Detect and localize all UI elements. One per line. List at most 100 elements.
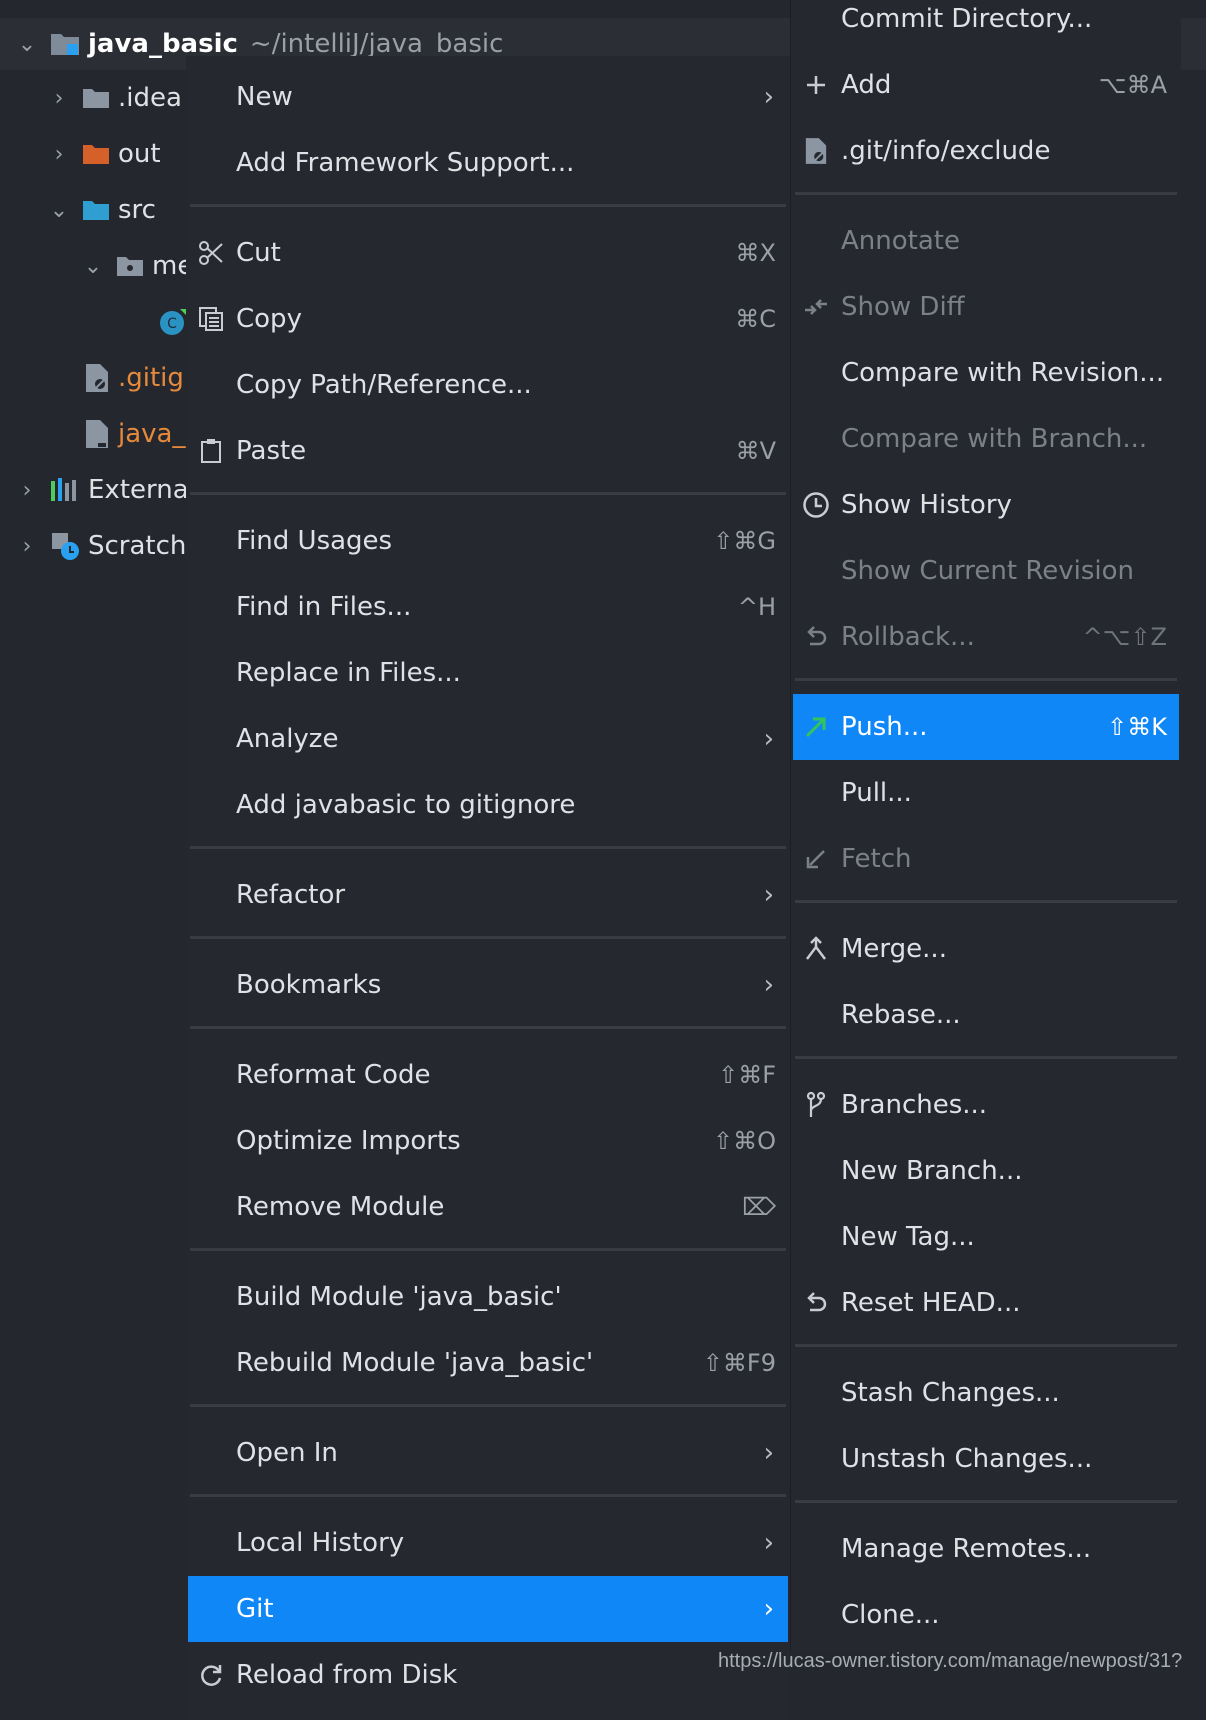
tree-item-src[interactable]: ⌄ src bbox=[46, 186, 156, 234]
menu-separator bbox=[190, 492, 786, 495]
library-icon bbox=[50, 477, 80, 503]
git-item-annotate[interactable]: Annotate bbox=[793, 208, 1179, 274]
git-item-commit-directory[interactable]: Commit Directory... bbox=[793, 0, 1179, 52]
git-item-unstash-changes[interactable]: Unstash Changes... bbox=[793, 1426, 1179, 1492]
git-item-stash-changes[interactable]: Stash Changes... bbox=[793, 1360, 1179, 1426]
tree-item-package[interactable]: ⌄ me bbox=[80, 242, 194, 290]
branch-icon bbox=[801, 1090, 831, 1120]
git-item-show-history[interactable]: Show History bbox=[793, 472, 1179, 538]
git-item-push[interactable]: Push... ⇧⌘K bbox=[793, 694, 1179, 760]
chevron-right-icon: › bbox=[763, 880, 774, 910]
git-item-show-current-revision[interactable]: Show Current Revision bbox=[793, 538, 1179, 604]
menu-item-copy-path-reference[interactable]: Copy Path/Reference... bbox=[188, 352, 788, 418]
menu-item-reformat-code[interactable]: Reformat Code ⇧⌘F bbox=[188, 1042, 788, 1108]
ignore-file-icon bbox=[801, 136, 831, 166]
push-arrow-icon bbox=[801, 712, 831, 742]
git-item-git-info-exclude[interactable]: .git/info/exclude bbox=[793, 118, 1179, 184]
git-submenu: Commit Directory... Add ⌥⌘A .git/info/exc… bbox=[790, 0, 1181, 1652]
menu-separator bbox=[795, 678, 1177, 681]
menu-separator bbox=[795, 192, 1177, 195]
tree-item-idea[interactable]: › .idea bbox=[46, 74, 182, 122]
scratches-icon bbox=[50, 531, 80, 561]
excluded-folder-icon bbox=[82, 142, 110, 166]
source-folder-icon bbox=[82, 198, 110, 222]
root-module-name: java_basic bbox=[88, 29, 238, 59]
menu-separator bbox=[795, 1344, 1177, 1347]
menu-item-add-framework-support[interactable]: Add Framework Support... bbox=[188, 130, 788, 196]
tree-item-external-libraries[interactable]: › External bbox=[14, 466, 196, 514]
git-item-fetch[interactable]: Fetch bbox=[793, 826, 1179, 892]
tree-item-out[interactable]: › out bbox=[46, 130, 161, 178]
menu-item-add-to-gitignore[interactable]: Add javabasic to gitignore bbox=[188, 772, 788, 838]
tree-item-label: .gitig bbox=[118, 363, 184, 393]
menu-item-remove-module[interactable]: Remove Module ⌦ bbox=[188, 1174, 788, 1240]
git-item-show-diff[interactable]: Show Diff bbox=[793, 274, 1179, 340]
context-menu: New › Add Framework Support... Cut ⌘X Copy… bbox=[186, 56, 790, 1720]
chevron-down-icon[interactable]: ⌄ bbox=[46, 197, 72, 223]
git-item-reset-head[interactable]: Reset HEAD... bbox=[793, 1270, 1179, 1336]
tree-item-iml[interactable]: java_ bbox=[74, 410, 185, 458]
git-item-compare-with-branch[interactable]: Compare with Branch... bbox=[793, 406, 1179, 472]
chevron-right-icon[interactable]: › bbox=[46, 85, 72, 111]
undo-icon bbox=[801, 1288, 831, 1318]
menu-item-copy[interactable]: Copy ⌘C bbox=[188, 286, 788, 352]
module-folder-icon bbox=[50, 31, 80, 57]
diff-icon bbox=[801, 292, 831, 322]
root-module-path: ~/intelliJ/java_basic bbox=[249, 29, 504, 59]
menu-item-find-usages[interactable]: Find Usages ⇧⌘G bbox=[188, 508, 788, 574]
chevron-down-icon[interactable]: ⌄ bbox=[80, 253, 106, 279]
menu-item-analyze[interactable]: Analyze › bbox=[188, 706, 788, 772]
menu-item-reload-from-disk[interactable]: Reload from Disk bbox=[188, 1642, 788, 1708]
fetch-icon bbox=[801, 844, 831, 874]
menu-item-replace-in-files[interactable]: Replace in Files... bbox=[188, 640, 788, 706]
git-item-manage-remotes[interactable]: Manage Remotes... bbox=[793, 1516, 1179, 1582]
menu-item-refactor[interactable]: Refactor › bbox=[188, 862, 788, 928]
menu-item-open-in[interactable]: Open In › bbox=[188, 1420, 788, 1486]
menu-item-bookmarks[interactable]: Bookmarks › bbox=[188, 952, 788, 1018]
git-item-branches[interactable]: Branches... bbox=[793, 1072, 1179, 1138]
clock-icon bbox=[801, 490, 831, 520]
tree-item-label: java_ bbox=[118, 419, 186, 449]
watermark-url: https://lucas-owner.tistory.com/manage/n… bbox=[718, 1650, 1183, 1672]
git-item-pull[interactable]: Pull... bbox=[793, 760, 1179, 826]
tree-item-gitignore[interactable]: .gitig bbox=[74, 354, 184, 402]
scissors-icon bbox=[196, 238, 226, 268]
tree-item-scratches[interactable]: › Scratch bbox=[14, 522, 187, 570]
tree-item-label: src bbox=[118, 195, 156, 225]
menu-item-local-history[interactable]: Local History › bbox=[188, 1510, 788, 1576]
chevron-down-icon[interactable]: ⌄ bbox=[14, 31, 40, 57]
git-item-rebase[interactable]: Rebase... bbox=[793, 982, 1179, 1048]
git-item-compare-with-revision[interactable]: Compare with Revision... bbox=[793, 340, 1179, 406]
tree-item-label: Scratch bbox=[88, 531, 187, 561]
svg-text:C: C bbox=[167, 316, 177, 332]
undo-icon bbox=[801, 622, 831, 652]
menu-separator bbox=[190, 204, 786, 207]
tree-item-label: External bbox=[88, 475, 196, 505]
clipboard-icon bbox=[196, 436, 226, 466]
chevron-right-icon[interactable]: › bbox=[46, 141, 72, 167]
ignore-file-icon bbox=[84, 363, 110, 393]
git-item-merge[interactable]: Merge... bbox=[793, 916, 1179, 982]
menu-item-optimize-imports[interactable]: Optimize Imports ⇧⌘O bbox=[188, 1108, 788, 1174]
menu-item-cut[interactable]: Cut ⌘X bbox=[188, 220, 788, 286]
tree-item-label: .idea bbox=[118, 83, 182, 113]
menu-separator bbox=[190, 846, 786, 849]
menu-item-rebuild-module[interactable]: Rebuild Module 'java_basic' ⇧⌘F9 bbox=[188, 1330, 788, 1396]
chevron-right-icon[interactable]: › bbox=[14, 477, 40, 503]
package-icon bbox=[116, 254, 144, 278]
chevron-right-icon[interactable]: › bbox=[14, 533, 40, 559]
menu-item-new[interactable]: New › bbox=[188, 64, 788, 130]
menu-item-git[interactable]: Git › bbox=[188, 1576, 788, 1642]
menu-item-build-module[interactable]: Build Module 'java_basic' bbox=[188, 1264, 788, 1330]
menu-separator bbox=[795, 1056, 1177, 1059]
git-item-add[interactable]: Add ⌥⌘A bbox=[793, 52, 1179, 118]
git-item-new-tag[interactable]: New Tag... bbox=[793, 1204, 1179, 1270]
menu-separator bbox=[190, 1026, 786, 1029]
menu-item-find-in-files[interactable]: Find in Files... ^H bbox=[188, 574, 788, 640]
git-item-rollback[interactable]: Rollback... ^⌥⇧Z bbox=[793, 604, 1179, 670]
copy-icon bbox=[196, 304, 226, 334]
git-item-new-branch[interactable]: New Branch... bbox=[793, 1138, 1179, 1204]
git-item-clone[interactable]: Clone... bbox=[793, 1582, 1179, 1648]
menu-item-paste[interactable]: Paste ⌘V bbox=[188, 418, 788, 484]
chevron-right-icon: › bbox=[763, 970, 774, 1000]
